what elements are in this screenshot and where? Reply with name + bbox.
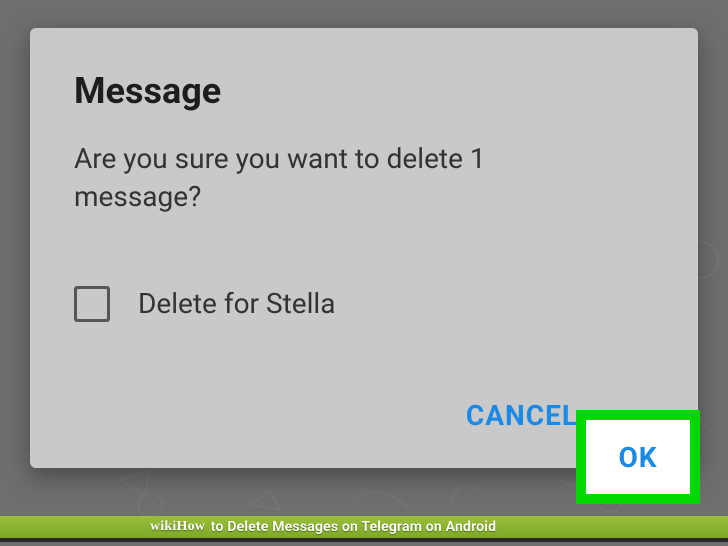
- dialog-title: Message: [74, 70, 654, 112]
- wikihow-logo-text: wikiHow: [150, 519, 205, 535]
- cancel-button[interactable]: CANCEL: [454, 391, 590, 440]
- wikihow-footer: wikiHow to Delete Messages on Telegram o…: [0, 514, 728, 546]
- dialog-body-text: Are you sure you want to delete 1 messag…: [74, 140, 594, 216]
- delete-message-dialog: Message Are you sure you want to delete …: [30, 28, 698, 468]
- delete-for-other-row[interactable]: Delete for Stella: [74, 286, 654, 322]
- delete-for-other-checkbox[interactable]: [74, 286, 110, 322]
- ok-button-wrap: OK: [576, 410, 700, 504]
- footer-bar: wikiHow to Delete Messages on Telegram o…: [0, 516, 728, 538]
- ok-button[interactable]: OK: [606, 433, 669, 482]
- article-title: to Delete Messages on Telegram on Androi…: [207, 519, 496, 535]
- delete-for-other-label: Delete for Stella: [138, 287, 335, 320]
